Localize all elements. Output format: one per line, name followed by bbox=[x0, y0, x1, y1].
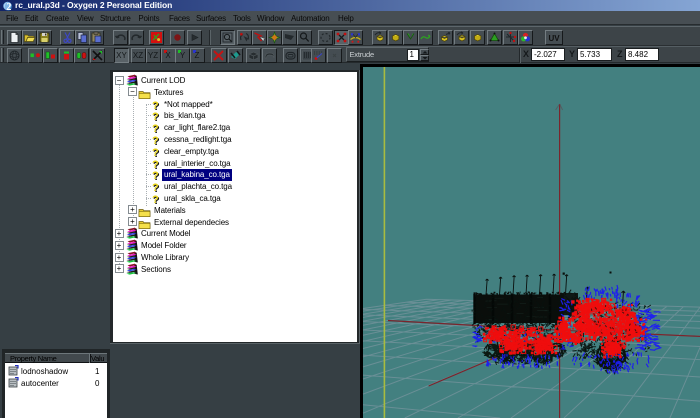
svg-text:2: 2 bbox=[6, 2, 11, 11]
